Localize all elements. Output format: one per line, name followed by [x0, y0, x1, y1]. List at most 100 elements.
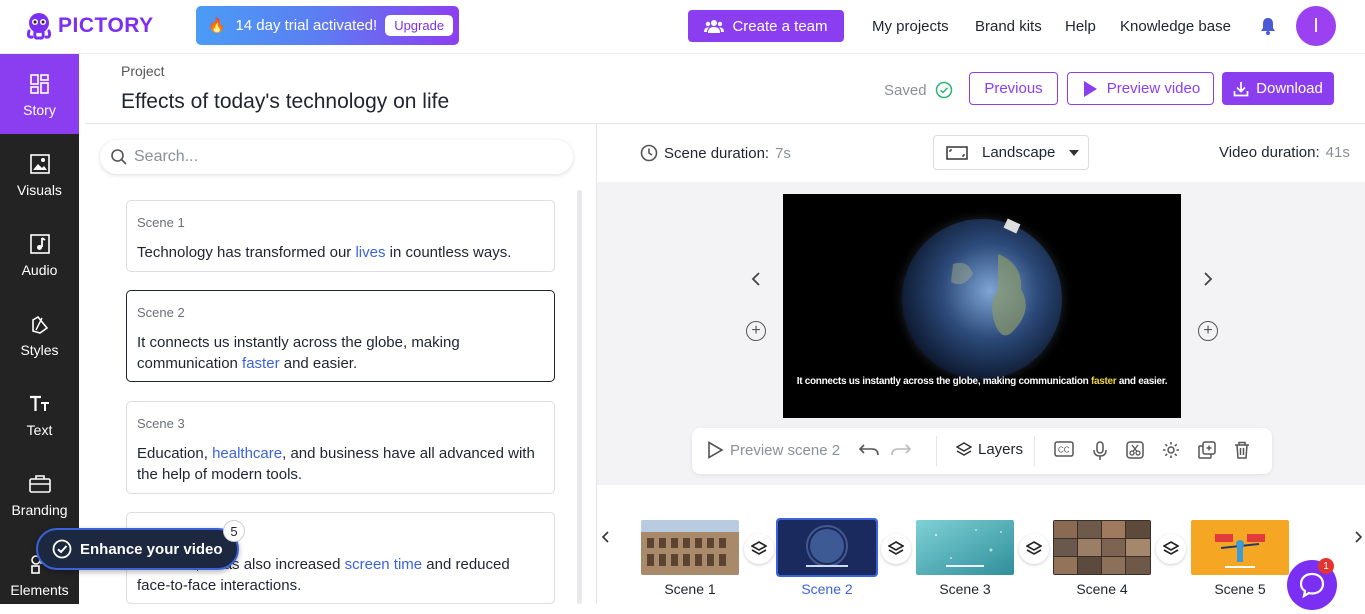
teal-abstract-thumbnail [916, 520, 1014, 575]
preview-scene-label: Preview scene 2 [730, 442, 840, 459]
plus-icon: + [751, 323, 760, 339]
scene-layers-toggle-3[interactable] [1019, 534, 1049, 564]
layers-icon [956, 442, 972, 458]
story-scene-card-1[interactable]: Scene 1 Technology has transformed our l… [126, 200, 555, 272]
search-box[interactable] [100, 140, 573, 174]
timeline-thumb-3[interactable] [916, 520, 1014, 575]
download-label: Download [1256, 80, 1323, 97]
nav-help[interactable]: Help [1065, 18, 1096, 35]
toolbar-separator [1034, 436, 1035, 466]
highlight-keyword[interactable]: screen time [345, 556, 423, 573]
highlight-keyword[interactable]: healthcare [212, 445, 282, 462]
trash-icon [1234, 441, 1250, 459]
trim-button[interactable] [1126, 441, 1144, 459]
undo-button[interactable] [858, 441, 880, 457]
highlight-keyword[interactable]: faster [242, 355, 280, 372]
preview-scene-button[interactable]: Preview scene 2 [706, 441, 840, 459]
timeline-thumb-4[interactable] [1053, 520, 1151, 575]
scene-duration: Scene duration: 7s [640, 144, 791, 162]
layers-icon [1163, 541, 1179, 557]
briefcase-icon [29, 474, 51, 494]
nav-knowledge-base[interactable]: Knowledge base [1120, 18, 1231, 35]
sidebar-item-audio[interactable]: Audio [0, 214, 79, 294]
timeline-label-5: Scene 5 [1191, 581, 1289, 597]
story-scene-card-3[interactable]: Scene 3 Education, healthcare, and busin… [126, 401, 555, 494]
sidebar-item-visuals[interactable]: Visuals [0, 134, 79, 214]
enhance-label: Enhance your video [80, 541, 223, 558]
chevron-left-icon [751, 271, 761, 287]
scissors-icon [1126, 441, 1144, 459]
caret-down-icon [1069, 150, 1079, 156]
next-scene-arrow[interactable] [1203, 271, 1213, 292]
sidebar-item-text[interactable]: Text [0, 374, 79, 454]
brand-name: PICTORY [58, 14, 154, 38]
pictory-logo[interactable]: PICTORY [24, 11, 154, 41]
octopus-logo-icon [24, 11, 54, 41]
timeline-thumb-2[interactable] [778, 520, 876, 575]
prev-scene-arrow[interactable] [751, 271, 761, 292]
delete-scene-button[interactable] [1234, 441, 1250, 459]
plus-icon: + [1203, 323, 1212, 339]
highlight-keyword[interactable]: lives [355, 244, 385, 261]
story-scene-card-2[interactable]: Scene 2 It connects us instantly across … [126, 290, 555, 382]
sidebar-label: Text [27, 422, 53, 438]
project-title[interactable]: Effects of today's technology on life [121, 90, 449, 114]
settings-button[interactable] [1162, 441, 1180, 459]
layers-button[interactable]: Layers [956, 441, 1023, 458]
sidebar: Story Visuals Audio Styles Text [0, 54, 79, 604]
timeline-label-4: Scene 4 [1053, 581, 1151, 597]
add-scene-after-button[interactable]: + [1198, 321, 1218, 341]
bell-icon[interactable] [1259, 17, 1277, 35]
scene-text[interactable]: Education, healthcare, and business have… [137, 443, 544, 485]
scene-layers-toggle-2[interactable] [881, 534, 911, 564]
sidebar-item-styles[interactable]: Styles [0, 294, 79, 374]
clock-icon [640, 144, 658, 162]
sidebar-item-story[interactable]: Story [0, 54, 79, 134]
story-scrollbar[interactable] [577, 190, 582, 604]
create-team-button[interactable]: Create a team [688, 10, 844, 42]
enhance-video-button[interactable]: Enhance your video [36, 528, 239, 570]
captions-button[interactable]: CC [1054, 441, 1074, 457]
scene-duration-label: Scene duration: [664, 145, 769, 162]
scene-text[interactable]: Technology has transformed our lives in … [137, 242, 544, 263]
search-icon [110, 148, 128, 166]
preview-video-button[interactable]: Preview video [1067, 72, 1214, 105]
redo-button[interactable] [890, 441, 912, 457]
sidebar-item-branding[interactable]: Branding [0, 454, 79, 534]
nav-my-projects[interactable]: My projects [872, 18, 949, 35]
previous-label: Previous [984, 80, 1042, 97]
timeline-thumb-1[interactable] [641, 520, 739, 575]
flame-icon: 🔥 [208, 17, 225, 34]
search-input[interactable] [134, 148, 514, 166]
timeline-thumb-5[interactable] [1191, 520, 1289, 575]
upgrade-button[interactable]: Upgrade [385, 15, 453, 36]
avatar[interactable]: I [1296, 6, 1336, 46]
download-button[interactable]: Download [1222, 72, 1334, 105]
chat-notification-badge: 1 [1318, 558, 1334, 574]
previous-button[interactable]: Previous [969, 72, 1058, 105]
timeline-right-arrow[interactable] [1354, 530, 1362, 548]
chevron-right-icon [1203, 271, 1213, 287]
project-label: Project [121, 63, 165, 79]
voiceover-button[interactable] [1092, 441, 1108, 461]
scene-layers-toggle-4[interactable] [1156, 534, 1186, 564]
image-icon [30, 154, 50, 174]
sidebar-label: Visuals [17, 182, 62, 198]
scene-layers-toggle-1[interactable] [744, 534, 774, 564]
orientation-dropdown[interactable]: Landscape [933, 135, 1089, 170]
video-preview[interactable]: It connects us instantly across the glob… [783, 194, 1181, 418]
video-duration: Video duration: 41s [1219, 144, 1350, 161]
check-badge-icon [52, 539, 72, 559]
microphone-icon [1092, 441, 1108, 461]
undo-icon [858, 441, 880, 457]
duplicate-scene-button[interactable] [1198, 441, 1216, 459]
play-icon [1081, 80, 1099, 98]
video-caption: It connects us instantly across the glob… [783, 375, 1181, 388]
timeline-left-arrow[interactable] [602, 530, 610, 548]
scene-text[interactable]: It connects us instantly across the glob… [137, 332, 544, 374]
add-scene-before-button[interactable]: + [746, 321, 766, 341]
video-call-grid-thumbnail [1053, 520, 1151, 575]
sidebar-label: Story [23, 102, 56, 118]
nav-brand-kits[interactable]: Brand kits [975, 18, 1042, 35]
layers-icon [888, 541, 904, 557]
